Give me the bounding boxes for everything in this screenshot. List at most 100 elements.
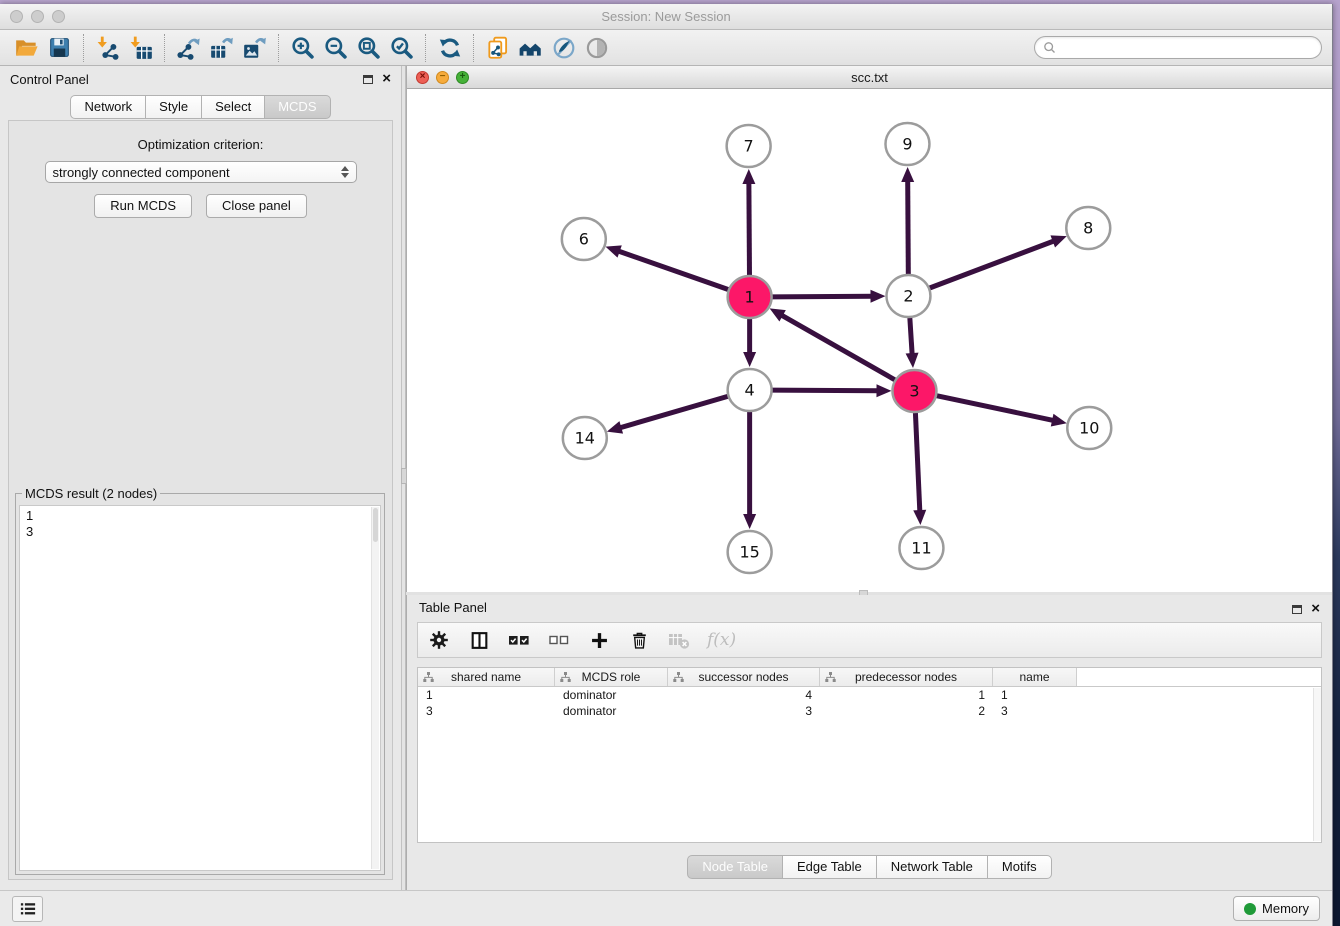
graph-node-4[interactable]: 4 [728, 369, 772, 411]
graph-node-label: 7 [744, 136, 754, 155]
clone-network-button[interactable] [481, 32, 514, 64]
criterion-select[interactable]: strongly connected component [45, 161, 357, 183]
float-table-panel-button[interactable] [1292, 605, 1302, 614]
graph-edge-1-2[interactable] [772, 296, 874, 297]
tab-edge-table[interactable]: Edge Table [783, 855, 877, 879]
float-panel-button[interactable] [363, 75, 373, 84]
trash-icon [629, 630, 650, 651]
add-row-button[interactable] [587, 627, 611, 653]
tab-node-table[interactable]: Node Table [687, 855, 783, 879]
column-header-predecessor-nodes[interactable]: predecessor nodes [820, 668, 993, 686]
import-table-button[interactable] [124, 32, 157, 64]
graph-node-6[interactable]: 6 [562, 218, 606, 260]
control-panel-tabs: NetworkStyleSelectMCDS [0, 92, 401, 119]
import-network-button[interactable] [91, 32, 124, 64]
export-table-button[interactable] [205, 32, 238, 64]
main-toolbar [0, 30, 1332, 66]
table-body: 1dominator4113dominator323 [418, 687, 1321, 719]
graph-edge-4-14[interactable] [618, 396, 728, 428]
graph-node-label: 2 [903, 286, 913, 305]
show-columns-button[interactable] [467, 627, 491, 653]
control-panel: Control Panel × NetworkStyleSelectMCDS O… [0, 66, 401, 890]
graph-edge-arrowhead [876, 384, 891, 397]
function-builder-button[interactable]: f(x) [707, 630, 736, 650]
column-header-name[interactable]: name [993, 668, 1077, 686]
tab-network-table[interactable]: Network Table [877, 855, 988, 879]
table-row[interactable]: 1dominator411 [418, 687, 1321, 703]
column-header-MCDS-role[interactable]: MCDS role [555, 668, 668, 686]
graph-edge-4-3[interactable] [772, 390, 880, 391]
column-label: shared name [451, 670, 521, 684]
close-table-panel-button[interactable]: × [1311, 603, 1320, 615]
graph-node-15[interactable]: 15 [728, 531, 772, 573]
mcds-result-area[interactable]: 1 3 [19, 505, 381, 871]
result-scrollbar[interactable] [371, 507, 379, 869]
graph-edge-1-7[interactable] [749, 181, 750, 275]
graph-node-label: 3 [909, 381, 919, 400]
graph-node-11[interactable]: 11 [899, 527, 943, 569]
open-session-button[interactable] [10, 32, 43, 64]
titlebar: Session: New Session [0, 4, 1332, 30]
close-mcds-panel-button[interactable]: Close panel [206, 194, 307, 218]
graph-node-10[interactable]: 10 [1067, 407, 1111, 449]
close-panel-button[interactable]: × [382, 73, 391, 85]
graph-node-9[interactable]: 9 [885, 123, 929, 165]
graph-edge-2-9[interactable] [908, 179, 909, 274]
graph-node-3[interactable]: 3 [892, 370, 936, 412]
graph-node-7[interactable]: 7 [727, 125, 771, 167]
tab-style[interactable]: Style [146, 95, 202, 119]
graph-edge-3-1[interactable] [780, 314, 895, 380]
column-label: predecessor nodes [855, 670, 957, 684]
graph-node-2[interactable]: 2 [886, 275, 930, 317]
first-neighbors-button[interactable] [514, 32, 547, 64]
table-scrollbar[interactable] [1313, 688, 1321, 841]
task-history-button[interactable] [12, 896, 43, 922]
graph-node-1[interactable]: 1 [728, 276, 772, 318]
column-header-shared-name[interactable]: shared name [418, 668, 555, 686]
zoom-in-button[interactable] [286, 32, 319, 64]
graph-edge-2-8[interactable] [929, 240, 1056, 288]
tab-motifs[interactable]: Motifs [988, 855, 1052, 879]
graph-node-8[interactable]: 8 [1066, 207, 1110, 249]
graph-edge-arrowhead [743, 514, 756, 529]
zoom-out-button[interactable] [319, 32, 352, 64]
delete-row-button[interactable] [627, 627, 651, 653]
graph-edge-1-6[interactable] [617, 251, 729, 290]
save-session-button[interactable] [43, 32, 76, 64]
network-canvas[interactable]: 7 9 6 8 1 2 4 3 14 10 15 11 [407, 89, 1332, 592]
table-panel: Table Panel × [406, 595, 1332, 890]
export-image-button[interactable] [238, 32, 271, 64]
attribute-tree-icon [560, 672, 571, 683]
delete-table-button[interactable] [667, 627, 691, 653]
open-folder-icon [14, 35, 40, 61]
table-row[interactable]: 3dominator323 [418, 703, 1321, 719]
tab-mcds[interactable]: MCDS [265, 95, 330, 119]
select-all-icon [507, 631, 531, 649]
graph-node-14[interactable]: 14 [563, 417, 607, 459]
memory-label: Memory [1262, 901, 1309, 916]
export-network-button[interactable] [172, 32, 205, 64]
refresh-layout-button[interactable] [433, 32, 466, 64]
toolbar-separator [473, 34, 474, 62]
graph-edge-3-10[interactable] [936, 396, 1055, 421]
graph-edge-arrowhead [906, 353, 919, 368]
graph-edge-arrowhead [913, 510, 926, 525]
zoom-fit-button[interactable] [352, 32, 385, 64]
birds-eye-view-button[interactable] [580, 32, 613, 64]
zoom-selected-button[interactable] [385, 32, 418, 64]
graphics-details-button[interactable] [547, 32, 580, 64]
graph-edge-2-3[interactable] [910, 318, 912, 356]
paint-slash-icon [551, 35, 577, 61]
select-all-button[interactable] [507, 627, 531, 653]
search-input[interactable] [1057, 40, 1314, 55]
table-options-button[interactable] [427, 627, 451, 653]
tab-network[interactable]: Network [70, 95, 146, 119]
memory-button[interactable]: Memory [1233, 896, 1320, 921]
toolbar-separator [83, 34, 84, 62]
run-mcds-button[interactable]: Run MCDS [94, 194, 192, 218]
graph-edge-3-11[interactable] [915, 413, 919, 513]
main-area: Control Panel × NetworkStyleSelectMCDS O… [0, 66, 1332, 890]
column-header-successor-nodes[interactable]: successor nodes [668, 668, 820, 686]
deselect-all-button[interactable] [547, 627, 571, 653]
tab-select[interactable]: Select [202, 95, 265, 119]
